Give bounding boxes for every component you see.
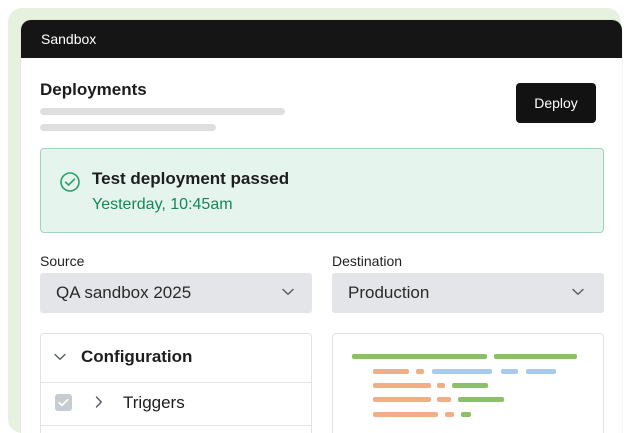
- preview-line-green-2: [494, 354, 577, 359]
- skeleton-line-2: [40, 124, 216, 131]
- configuration-title[interactable]: Configuration: [81, 347, 192, 367]
- preview-line-green-4: [458, 397, 504, 402]
- destination-label: Destination: [332, 253, 403, 269]
- preview-line-green-1: [352, 354, 487, 359]
- configuration-divider-top: [41, 382, 311, 383]
- chevron-right-icon[interactable]: [95, 396, 103, 408]
- deployments-title: Deployments: [40, 80, 147, 99]
- preview-line-orange-1: [373, 369, 409, 374]
- window-title: Sandbox: [41, 31, 97, 47]
- sandbox-window: Sandbox Deployments Deploy Test deployme…: [21, 20, 622, 433]
- deploy-button[interactable]: Deploy: [516, 83, 596, 123]
- source-select[interactable]: QA sandbox 2025: [40, 273, 312, 313]
- preview-line-blue-1: [432, 369, 492, 374]
- preview-line-green-5: [461, 412, 471, 417]
- chevron-down-icon: [572, 288, 584, 295]
- preview-line-green-3: [452, 383, 488, 388]
- window-titlebar: Sandbox: [21, 20, 622, 58]
- chevron-down-icon: [282, 288, 294, 295]
- checkmark-icon: [58, 398, 69, 407]
- triggers-checkbox[interactable]: [55, 394, 72, 411]
- source-selected-value: QA sandbox 2025: [56, 283, 192, 302]
- preview-line-orange-3: [373, 383, 431, 388]
- status-timestamp: Yesterday, 10:45am: [92, 196, 233, 213]
- preview-line-orange-4: [437, 383, 445, 388]
- chevron-down-icon[interactable]: [54, 353, 66, 361]
- preview-line-orange-5: [373, 397, 431, 402]
- deployment-status-alert: [40, 148, 604, 233]
- skeleton-line-1: [40, 108, 285, 115]
- status-title: Test deployment passed: [92, 169, 290, 188]
- source-label: Source: [40, 253, 85, 269]
- preview-line-orange-7: [373, 412, 438, 417]
- preview-line-blue-3: [526, 369, 556, 374]
- preview-line-orange-6: [437, 397, 451, 402]
- triggers-item-label[interactable]: Triggers: [123, 393, 185, 413]
- preview-line-orange-2: [416, 369, 424, 374]
- destination-selected-value: Production: [348, 283, 430, 302]
- preview-line-orange-8: [445, 412, 454, 417]
- check-circle-icon: [60, 172, 80, 192]
- preview-line-blue-2: [501, 369, 518, 374]
- destination-select[interactable]: Production: [332, 273, 604, 313]
- configuration-divider-bottom: [41, 425, 311, 426]
